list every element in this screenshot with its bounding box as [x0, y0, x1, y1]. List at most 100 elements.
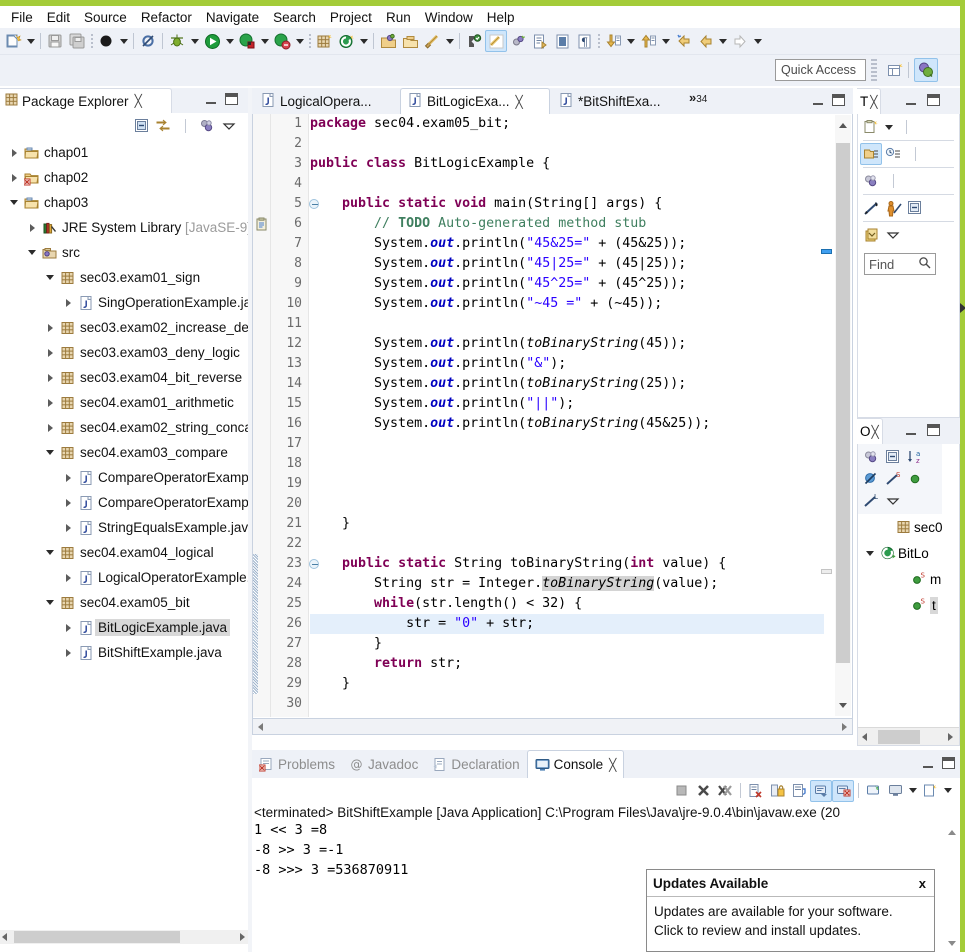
display-selected-console-icon[interactable]	[884, 780, 906, 802]
editor-tab[interactable]: LogicalOpera...	[254, 88, 398, 114]
task-find-input[interactable]: Find	[864, 253, 936, 275]
new-task-icon[interactable]	[860, 116, 882, 138]
scrollbar-thumb[interactable]	[836, 143, 850, 663]
chevron-down-icon[interactable]	[6, 190, 22, 215]
code-line[interactable]: package sec04.exam05_bit;	[310, 114, 824, 134]
search-dropdown-icon[interactable]	[443, 30, 456, 52]
scrollbar-thumb[interactable]	[878, 730, 920, 744]
new-wizard-dropdown-icon[interactable]	[24, 30, 37, 52]
menu-file[interactable]: File	[4, 8, 40, 27]
console-panel-tab[interactable]: Problems	[252, 750, 342, 778]
remove-launch-icon[interactable]	[692, 780, 714, 802]
tree-item[interactable]: CompareOperatorExample2.java	[0, 490, 248, 515]
outline-hscrollbar[interactable]	[858, 727, 959, 745]
editor-vscrollbar[interactable]	[835, 115, 851, 716]
restore-task-icon[interactable]	[860, 224, 882, 246]
code-line[interactable]: System.out.println("~45 =" + (~45));	[310, 294, 824, 314]
outline-item[interactable]: BitLo	[858, 540, 959, 566]
open-console-icon[interactable]	[919, 780, 941, 802]
menu-source[interactable]: Source	[77, 8, 134, 27]
show-console-on-error-icon[interactable]	[832, 779, 854, 802]
code-line[interactable]: System.out.println("45&25=" + (45&25));	[310, 234, 824, 254]
scroll-left-icon[interactable]	[862, 733, 867, 741]
console-panel-tab[interactable]: Declaration	[425, 750, 526, 778]
chevron-down-icon[interactable]	[24, 240, 40, 265]
code-line[interactable]: }	[310, 514, 824, 534]
code-line[interactable]	[310, 314, 824, 334]
sort-icon[interactable]: az	[904, 446, 926, 468]
tree-item[interactable]: sec03.exam02_increase_decrease	[0, 315, 248, 340]
chevron-right-icon[interactable]	[60, 490, 76, 515]
run-icon[interactable]	[201, 30, 223, 52]
open-task-icon[interactable]	[399, 30, 421, 52]
code-line[interactable]: System.out.println("||");	[310, 394, 824, 414]
code-line[interactable]: public class BitLogicExample {	[310, 154, 824, 174]
close-icon[interactable]: ╳	[516, 95, 523, 109]
notification-body[interactable]: Updates are available for your software.…	[647, 897, 934, 945]
menu-edit[interactable]: Edit	[40, 8, 77, 27]
chevron-down-icon[interactable]	[42, 540, 58, 565]
updates-available-notification[interactable]: Updates Available x Updates are availabl…	[646, 869, 935, 952]
editor-maximize-icon[interactable]	[832, 94, 845, 106]
menu-project[interactable]: Project	[323, 8, 379, 27]
chevron-right-icon[interactable]	[60, 290, 76, 315]
tree-item[interactable]: SingOperationExample.java	[0, 290, 248, 315]
view-menu-icon[interactable]	[882, 490, 904, 512]
next-annotation-dropdown-icon[interactable]	[624, 30, 637, 52]
search-icon[interactable]	[918, 256, 931, 272]
code-line[interactable]: System.out.println("45|25=" + (45|25));	[310, 254, 824, 274]
focus-on-active-task-icon[interactable]	[882, 197, 904, 219]
run-dropdown-icon[interactable]	[223, 30, 236, 52]
toolbar-drag-handle[interactable]	[88, 30, 95, 52]
tree-item[interactable]: sec04.exam04_logical	[0, 540, 248, 565]
chevron-right-icon[interactable]	[42, 390, 58, 415]
scroll-left-icon[interactable]	[258, 723, 263, 731]
categorized-presentation-icon[interactable]	[860, 143, 882, 165]
chevron-down-icon[interactable]	[42, 265, 58, 290]
editor-tab-overflow[interactable]: »34	[689, 90, 707, 105]
editor-tab[interactable]: *BitShiftExa...	[552, 88, 687, 114]
toolbar-drag-handle[interactable]	[595, 30, 602, 52]
tree-item[interactable]: sec04.exam02_string_concat	[0, 415, 248, 440]
chevron-down-icon[interactable]	[862, 550, 878, 556]
scroll-right-icon[interactable]	[240, 933, 245, 941]
maximize-icon[interactable]	[225, 93, 238, 105]
chevron-right-icon[interactable]	[60, 640, 76, 665]
scroll-down-icon[interactable]	[839, 703, 847, 708]
chevron-right-icon[interactable]	[42, 315, 58, 340]
chevron-right-icon[interactable]	[42, 340, 58, 365]
back-icon[interactable]	[694, 30, 716, 52]
save-all-icon[interactable]	[66, 30, 88, 52]
console-vscrollbar[interactable]	[944, 825, 960, 952]
display-selected-console-dropdown-icon[interactable]	[906, 780, 919, 802]
paragraph-mark-icon[interactable]: ¶	[573, 30, 595, 52]
menu-run[interactable]: Run	[379, 8, 418, 27]
close-icon[interactable]: ╳	[609, 758, 616, 772]
code-line[interactable]: System.out.println(toBinaryString(45&25)…	[310, 414, 824, 434]
menu-search[interactable]: Search	[266, 8, 323, 27]
code-line[interactable]	[310, 694, 824, 714]
minimize-icon[interactable]	[905, 95, 918, 107]
chevron-right-icon[interactable]	[24, 215, 40, 240]
outline-tree[interactable]: sec0 BitLo Sm St	[858, 514, 959, 618]
package-explorer-hscrollbar[interactable]	[0, 930, 248, 944]
menu-window[interactable]: Window	[418, 8, 480, 27]
run-external-tools-icon[interactable]	[236, 30, 258, 52]
code-line[interactable]	[310, 434, 824, 454]
tree-item[interactable]: sec04.exam01_arithmetic	[0, 390, 248, 415]
console-maximize-icon[interactable]	[942, 757, 955, 769]
collapse-all-icon[interactable]	[882, 446, 904, 468]
code-line[interactable]: System.out.println(toBinaryString(45));	[310, 334, 824, 354]
editor-tab[interactable]: BitLogicExa... ╳	[400, 88, 550, 114]
code-line[interactable]: return str;	[310, 654, 824, 674]
menu-refactor[interactable]: Refactor	[134, 8, 199, 27]
scroll-right-icon[interactable]	[948, 733, 953, 741]
tree-item[interactable]: sec04.exam03_compare	[0, 440, 248, 465]
search-icon[interactable]	[421, 30, 443, 52]
scheduled-presentation-icon[interactable]	[882, 143, 904, 165]
hide-static-icon[interactable]: S	[882, 468, 904, 490]
chevron-right-icon[interactable]	[60, 515, 76, 540]
tree-item[interactable]: JRE System Library [JavaSE-9]	[0, 215, 248, 240]
tree-item[interactable]: StringEqualsExample.java	[0, 515, 248, 540]
outline-tab[interactable]: O ╳	[857, 418, 883, 444]
